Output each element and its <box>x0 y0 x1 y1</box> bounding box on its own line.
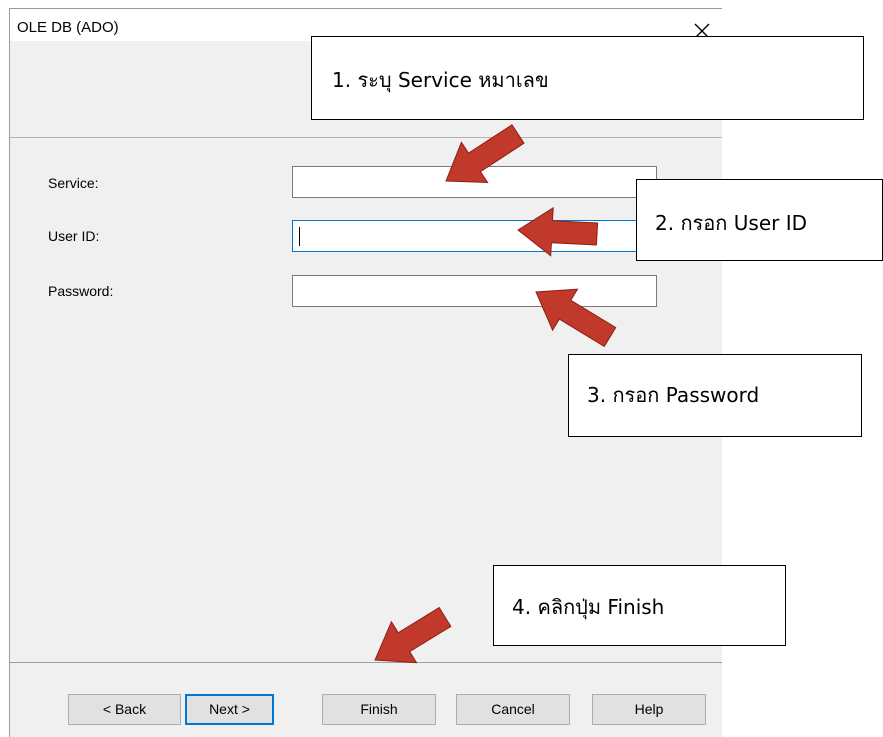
help-button[interactable]: Help <box>592 694 706 725</box>
service-label: Service: <box>48 175 99 191</box>
callout-step-3: 3. กรอก Password <box>568 354 862 437</box>
window-title: OLE DB (ADO) <box>17 19 119 36</box>
password-input[interactable] <box>292 275 657 307</box>
button-bar: < Back Next > Finish Cancel Help <box>10 663 722 737</box>
callout-step-1-text: 1. ระบุ Service หมาเลข <box>332 68 549 92</box>
user-id-input[interactable] <box>292 220 657 252</box>
callout-step-4: 4. คลิกปุ่ม Finish <box>493 565 786 646</box>
callout-step-3-text: 3. กรอก Password <box>587 383 760 407</box>
back-button[interactable]: < Back <box>68 694 181 725</box>
finish-button[interactable]: Finish <box>322 694 436 725</box>
callout-step-2-text: 2. กรอก User ID <box>655 211 808 235</box>
cancel-button[interactable]: Cancel <box>456 694 570 725</box>
password-label: Password: <box>48 283 114 299</box>
callout-step-4-text: 4. คลิกปุ่ม Finish <box>512 595 665 619</box>
user-id-label: User ID: <box>48 228 100 244</box>
screenshot-stage: OLE DB (ADO) Service: User ID: Password:… <box>0 0 883 737</box>
callout-step-2: 2. กรอก User ID <box>636 179 883 261</box>
text-caret <box>299 227 300 246</box>
next-button[interactable]: Next > <box>185 694 274 725</box>
callout-step-1: 1. ระบุ Service หมาเลข <box>311 36 864 120</box>
service-input[interactable] <box>292 166 657 198</box>
